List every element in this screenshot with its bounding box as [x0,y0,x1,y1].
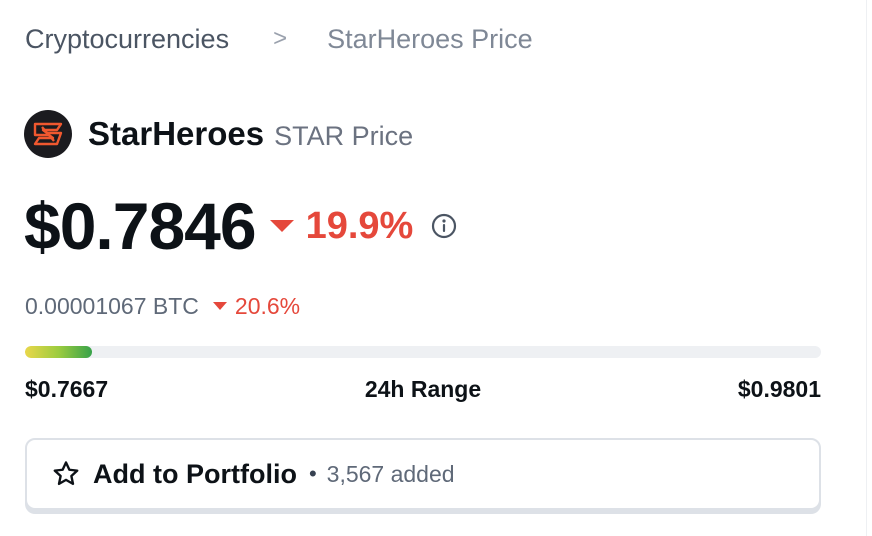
breadcrumb-separator: > [273,25,288,52]
starheroes-logo-icon [24,110,72,158]
info-icon[interactable] [431,213,457,239]
panel-divider [866,0,867,536]
price-row: $0.7846 19.9% [24,188,457,264]
breadcrumb-current: StarHeroes Price [327,23,533,54]
caret-down-icon [212,302,227,310]
btc-change: 20.6% [212,292,301,320]
range-bar [25,346,821,358]
range-labels: $0.7667 24h Range $0.9801 [25,376,821,404]
range-title: 24h Range [364,376,482,402]
price-change-value: 19.9% [305,204,414,247]
portfolio-label: Add to Portfolio [93,458,297,489]
btc-price: 0.00001067 BTC [25,292,199,319]
portfolio-separator: • [308,461,317,486]
range-bar-fill [25,346,92,358]
star-outline-icon [51,459,81,489]
coin-symbol-label: STAR Price [274,120,414,151]
portfolio-added-count: 3,567 added [326,460,455,487]
coin-name: StarHeroes [88,115,265,152]
btc-change-value: 20.6% [234,292,301,319]
breadcrumb-cryptocurrencies-link[interactable]: Cryptocurrencies [25,24,229,55]
add-to-portfolio-button[interactable]: Add to Portfolio • 3,567 added [25,438,821,510]
usd-price: $0.7846 [24,189,257,263]
range-high: $0.9801 [737,376,821,402]
caret-down-icon [269,220,294,232]
btc-price-row: 0.00001067 BTC 20.6% [25,292,300,320]
breadcrumb: Cryptocurrencies > StarHeroes Price [25,22,533,56]
price-change-24h: 19.9% [269,204,414,248]
coin-header: StarHeroes STAR Price [24,110,413,158]
